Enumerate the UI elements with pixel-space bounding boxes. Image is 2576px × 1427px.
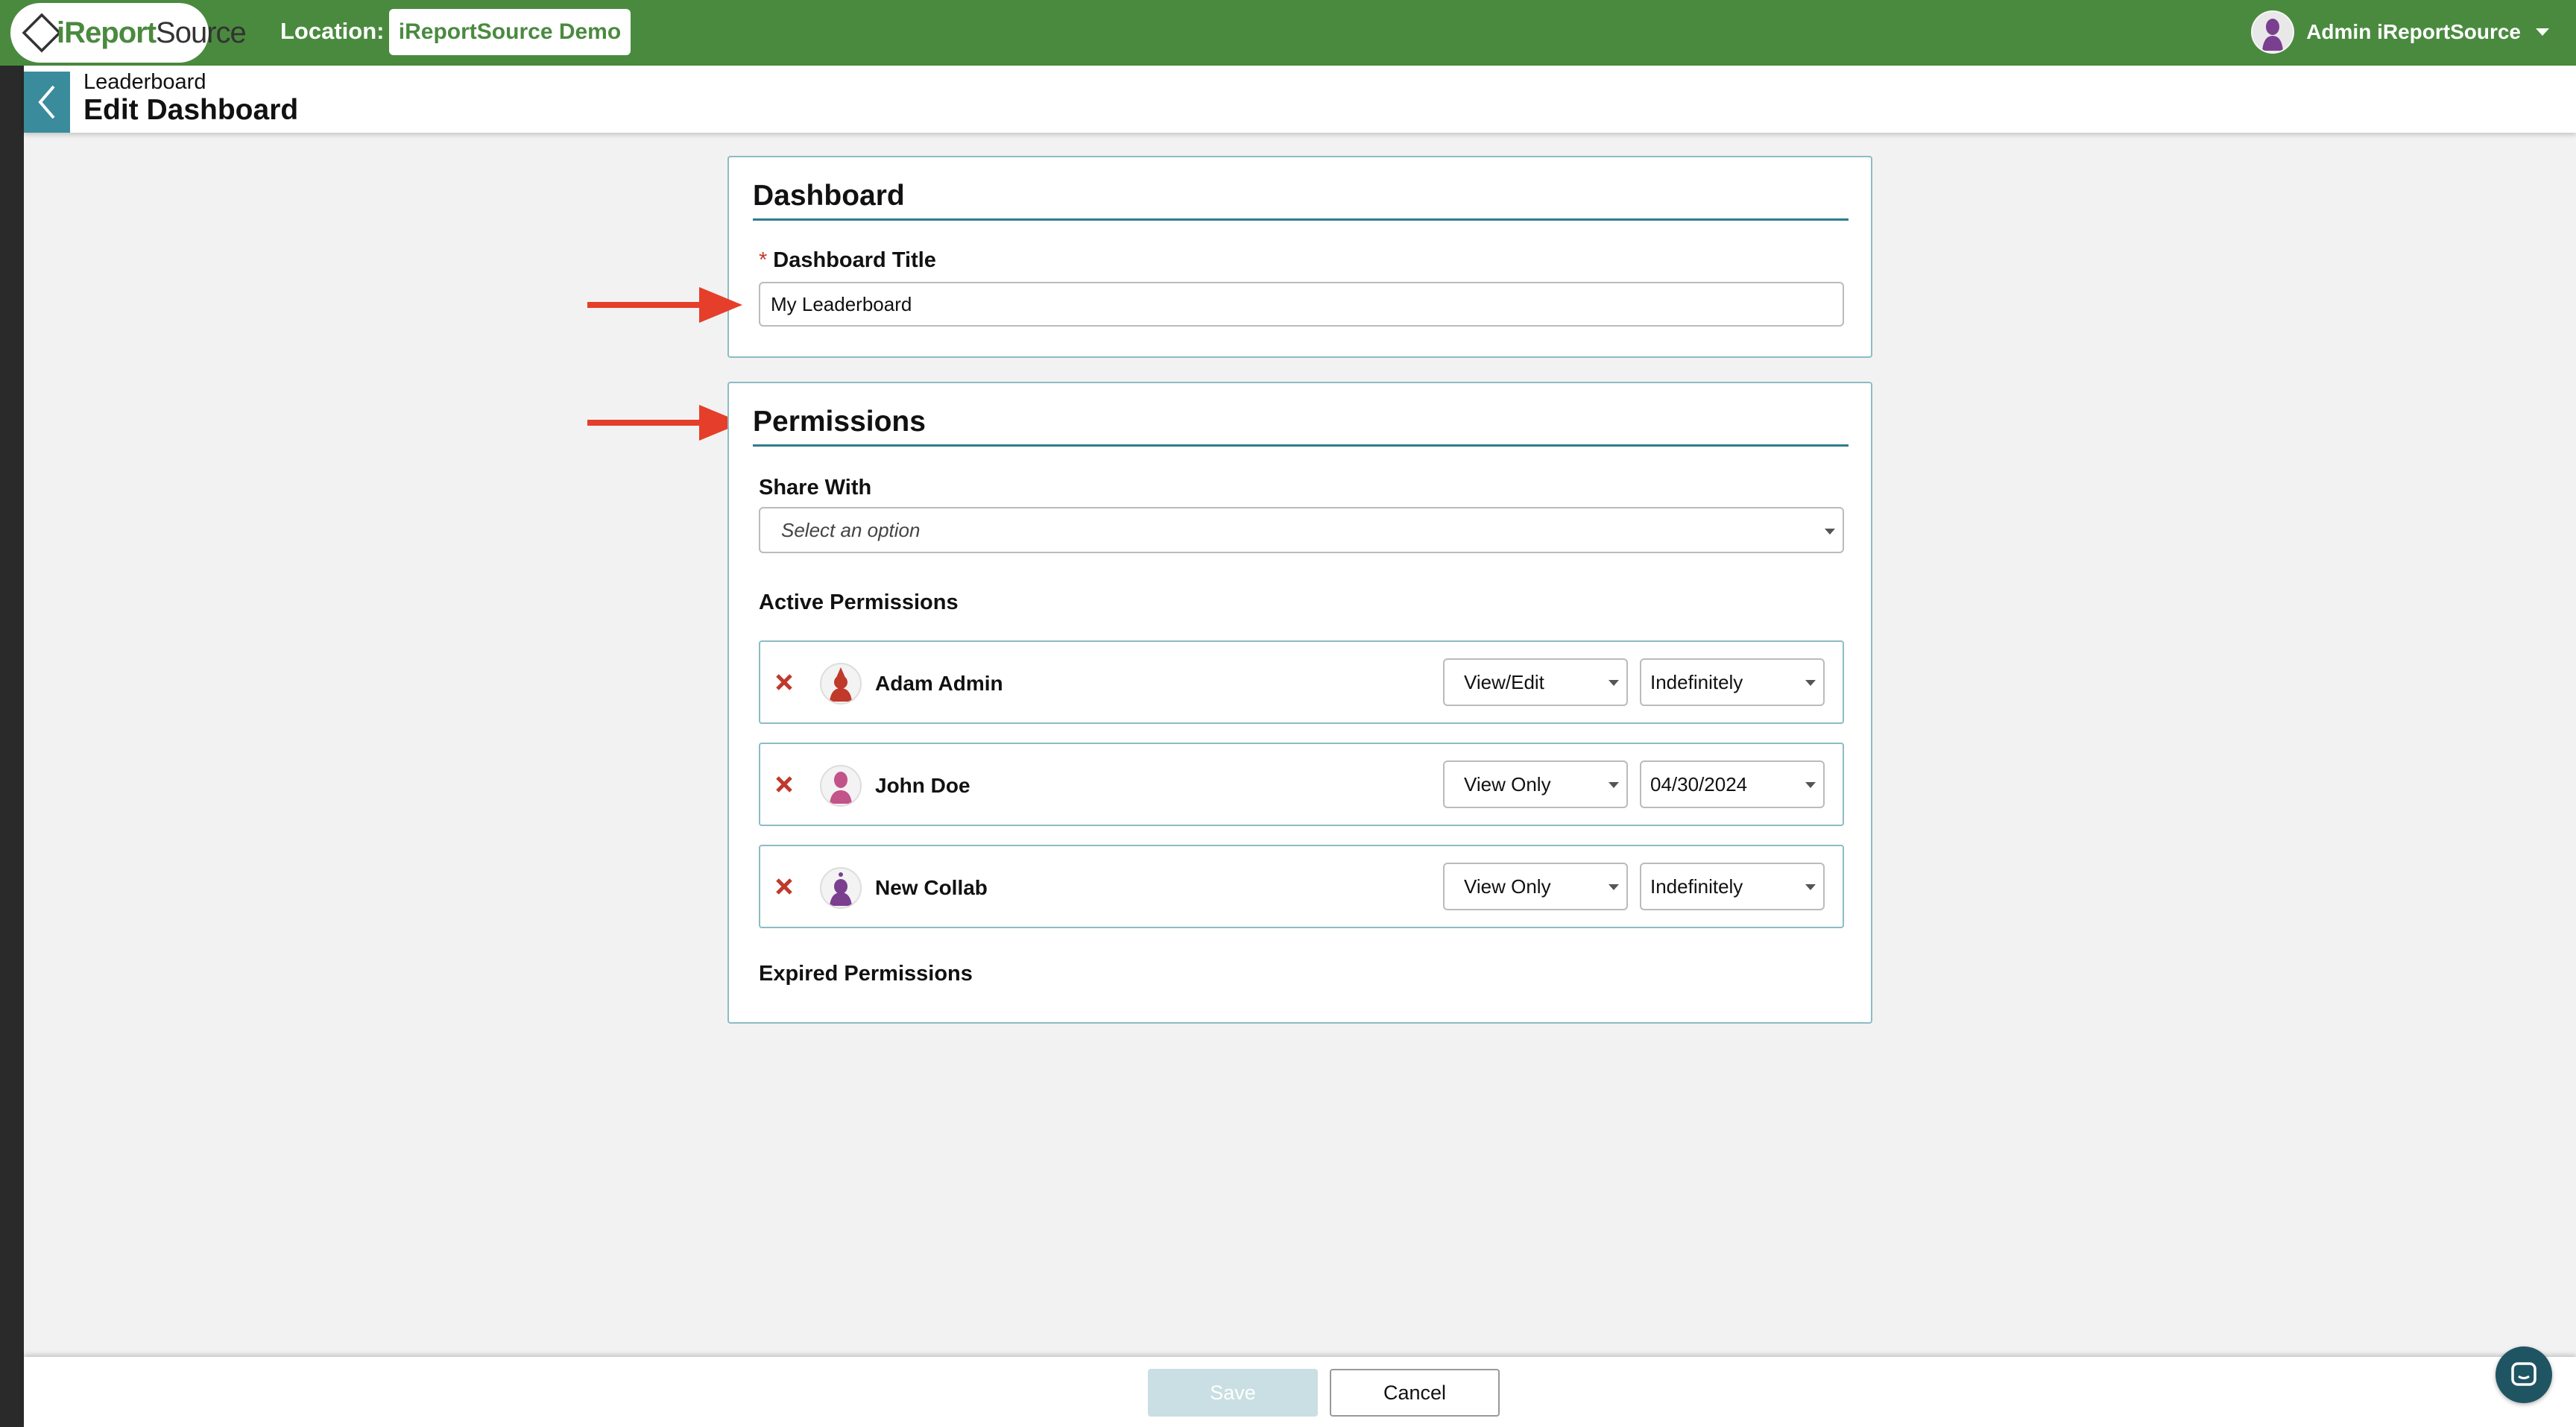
expiration-select[interactable]: 04/30/2024 bbox=[1640, 760, 1825, 808]
location-label: Location: bbox=[280, 18, 385, 44]
active-permissions-label: Active Permissions bbox=[759, 590, 959, 614]
share-with-label: Share With bbox=[759, 476, 872, 500]
role-select[interactable]: View Only bbox=[1443, 760, 1628, 808]
page-title: Edit Dashboard bbox=[83, 94, 299, 126]
annotation-arrow-icon bbox=[587, 287, 742, 323]
dashboard-section-title: Dashboard bbox=[753, 180, 905, 212]
close-icon[interactable] bbox=[771, 669, 798, 696]
share-with-select[interactable]: Select an option bbox=[759, 507, 1844, 553]
annotation-arrow-icon bbox=[587, 405, 742, 441]
footer-bar: Save Cancel bbox=[24, 1357, 2576, 1427]
user-menu[interactable]: Admin iReportSource bbox=[2251, 9, 2549, 55]
chevron-down-icon bbox=[1609, 884, 1619, 890]
expiration-select[interactable]: Indefinitely bbox=[1640, 863, 1825, 910]
user-avatar bbox=[2251, 10, 2295, 54]
avatar bbox=[820, 867, 862, 909]
dashboard-card: Dashboard * Dashboard Title bbox=[727, 156, 1872, 358]
top-bar: iReportSource Location: iReportSource De… bbox=[0, 0, 2576, 66]
chevron-down-icon bbox=[1805, 680, 1816, 686]
expired-permissions-label: Expired Permissions bbox=[759, 962, 973, 986]
chevron-down-icon bbox=[1825, 529, 1835, 535]
section-divider bbox=[753, 444, 1849, 447]
expiration-select[interactable]: Indefinitely bbox=[1640, 658, 1825, 706]
page-header: Leaderboard Edit Dashboard bbox=[24, 66, 2576, 133]
close-icon[interactable] bbox=[771, 771, 798, 798]
permission-row: John Doe View Only 04/30/2024 bbox=[759, 743, 1844, 826]
section-divider bbox=[753, 218, 1849, 221]
permission-user-name: Adam Admin bbox=[875, 672, 1003, 695]
permission-user-name: New Collab bbox=[875, 876, 988, 899]
chat-button[interactable] bbox=[2496, 1346, 2552, 1403]
chevron-down-icon bbox=[2536, 28, 2549, 36]
role-select[interactable]: View/Edit bbox=[1443, 658, 1628, 706]
chevron-down-icon bbox=[1805, 884, 1816, 890]
chevron-down-icon bbox=[1609, 782, 1619, 788]
permissions-section-title: Permissions bbox=[753, 406, 926, 438]
dashboard-title-label: * Dashboard Title bbox=[759, 248, 936, 272]
breadcrumb[interactable]: Leaderboard bbox=[83, 70, 206, 95]
avatar bbox=[820, 663, 862, 705]
chevron-left-icon bbox=[38, 85, 55, 119]
permission-row: Adam Admin View/Edit Indefinitely bbox=[759, 640, 1844, 724]
permission-row: New Collab View Only Indefinitely bbox=[759, 845, 1844, 928]
location-selector[interactable]: iReportSource Demo bbox=[389, 9, 631, 55]
permissions-card: Permissions Share With Select an option … bbox=[727, 382, 1872, 1024]
close-icon[interactable] bbox=[771, 873, 798, 900]
logo[interactable]: iReportSource bbox=[10, 3, 247, 63]
dashboard-title-input[interactable] bbox=[759, 282, 1844, 327]
permission-user-name: John Doe bbox=[875, 774, 970, 797]
save-button[interactable]: Save bbox=[1148, 1369, 1318, 1417]
chevron-down-icon bbox=[1609, 680, 1619, 686]
back-button[interactable] bbox=[24, 72, 70, 133]
role-select[interactable]: View Only bbox=[1443, 863, 1628, 910]
cancel-button[interactable]: Cancel bbox=[1330, 1369, 1500, 1417]
user-name: Admin iReportSource bbox=[2306, 20, 2521, 43]
chevron-down-icon bbox=[1805, 782, 1816, 788]
chat-icon bbox=[2511, 1362, 2536, 1386]
left-rail bbox=[0, 0, 24, 1427]
avatar bbox=[820, 765, 862, 807]
logo-text: iReportSource bbox=[57, 16, 247, 49]
required-indicator: * bbox=[759, 248, 768, 272]
